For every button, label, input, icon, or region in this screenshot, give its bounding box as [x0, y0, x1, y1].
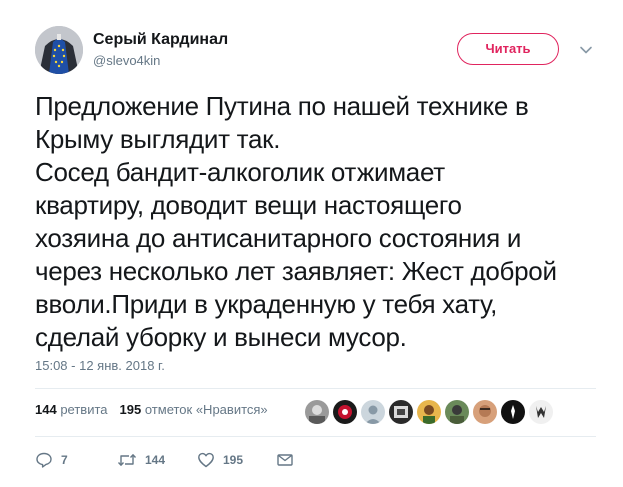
retweet-icon — [117, 451, 137, 469]
heart-icon — [197, 451, 215, 469]
liker-avatar[interactable] — [333, 400, 357, 424]
liker-avatar[interactable] — [417, 400, 441, 424]
likes-count: 195 — [119, 402, 142, 417]
tweet-text: Предложение Путина по нашей технике в Кр… — [35, 91, 557, 352]
like-button[interactable]: 195 — [197, 450, 243, 470]
direct-message-button[interactable] — [276, 450, 294, 470]
liker-avatar[interactable] — [529, 400, 553, 424]
liker-avatar[interactable] — [305, 400, 329, 424]
author-avatar[interactable] — [35, 26, 83, 74]
author-name[interactable]: Серый Кардинал — [93, 30, 228, 50]
liker-avatar[interactable] — [445, 400, 469, 424]
liker-avatar[interactable] — [501, 400, 525, 424]
retweets-stat[interactable]: 144 ретвита — [35, 402, 108, 417]
liker-avatar[interactable] — [361, 400, 385, 424]
likes-stat[interactable]: 195 отметок «Нравится» — [120, 402, 268, 417]
liker-avatar[interactable] — [389, 400, 413, 424]
like-count: 195 — [223, 453, 244, 467]
retweets-label: ретвита — [60, 402, 108, 417]
tweet-timestamp[interactable]: 15:08 - 12 янв. 2018 г. — [35, 358, 165, 373]
tweet-card: Серый Кардинал @slevo4kin Читать Предлож… — [0, 0, 623, 487]
author-block: Серый Кардинал @slevo4kin — [93, 30, 228, 70]
reply-button[interactable]: 7 — [35, 450, 68, 470]
follow-button[interactable]: Читать — [457, 33, 559, 65]
chevron-down-icon[interactable] — [578, 42, 594, 58]
tweet-stats: 144 ретвита 195 отметок «Нравится» — [35, 402, 268, 417]
retweets-count: 144 — [35, 402, 57, 417]
divider — [35, 388, 596, 389]
envelope-icon — [276, 451, 294, 469]
reply-icon — [35, 451, 53, 469]
author-handle[interactable]: @slevo4kin — [93, 52, 228, 70]
liker-avatar[interactable] — [473, 400, 497, 424]
reply-count: 7 — [61, 453, 68, 467]
retweet-button[interactable]: 144 — [117, 450, 165, 470]
likes-label: отметок «Нравится» — [144, 402, 268, 417]
retweet-count: 144 — [145, 453, 166, 467]
divider — [35, 436, 596, 437]
